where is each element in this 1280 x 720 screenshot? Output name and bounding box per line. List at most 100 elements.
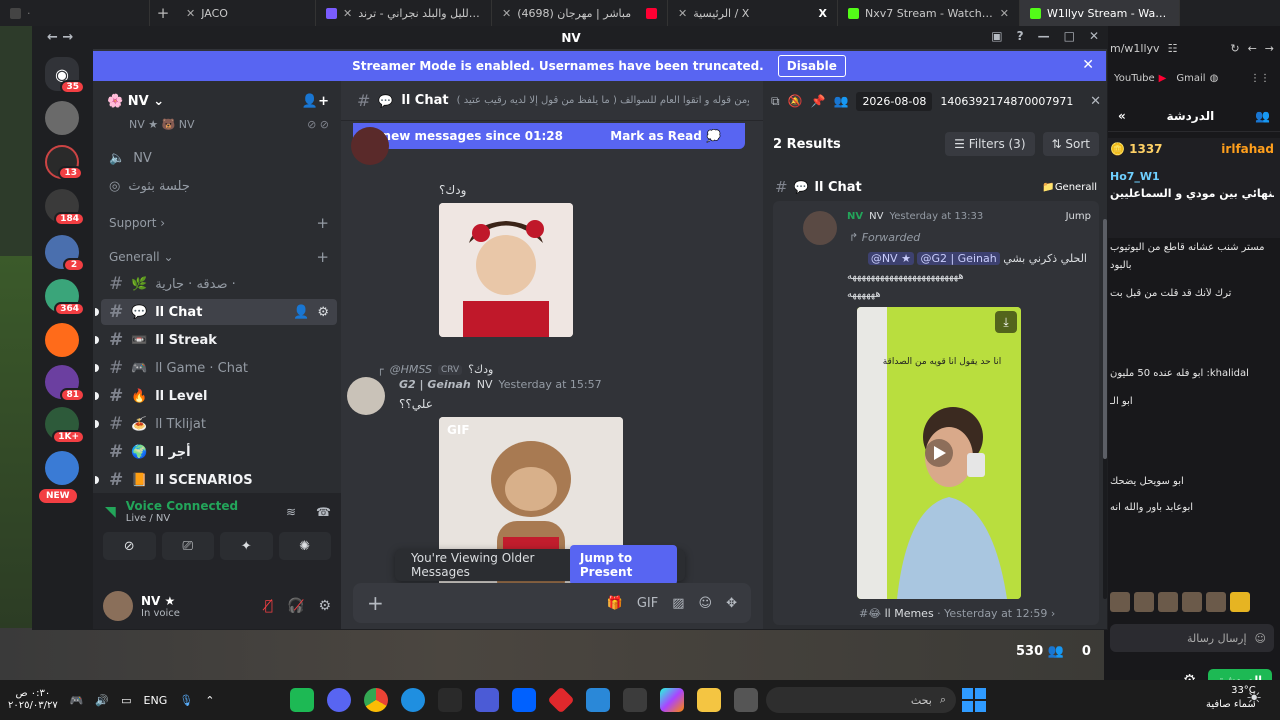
threads-icon[interactable]: ⧉ [771, 94, 780, 109]
mic-muted-icon[interactable]: 🎙̸ [265, 598, 273, 614]
network-icon[interactable]: ▭ [121, 694, 131, 707]
category-general[interactable]: Generall ⌄ + [109, 247, 329, 267]
voice-channel-nv[interactable]: 🔈 NV [101, 145, 337, 171]
app-icon[interactable] [290, 688, 314, 712]
filters-button[interactable]: ☰ Filters (3) [945, 132, 1035, 156]
voice-user-row[interactable]: NV ★ 🐻 NV ⊘ ⊘ [101, 115, 337, 133]
new-messages-bar[interactable]: 5 new messages since 01:28 Mark as Read … [353, 123, 745, 149]
browser-tab[interactable]: ✕ الرئيسية / X X [668, 0, 838, 26]
sort-button[interactable]: ⇅ Sort [1042, 132, 1099, 156]
voice-channel-label[interactable]: Live / NV [126, 513, 238, 524]
mute-icon[interactable]: 🔕 [788, 94, 803, 108]
app-icon[interactable] [734, 688, 758, 712]
close-icon[interactable]: ✕ [1082, 57, 1094, 73]
dropbox-app-icon[interactable] [512, 688, 536, 712]
members-icon[interactable]: 👥 [833, 94, 848, 108]
mic-icon[interactable]: 🎙 [179, 694, 193, 707]
store-app-icon[interactable] [623, 688, 647, 712]
emote[interactable] [1182, 592, 1202, 612]
reload-icon[interactable]: ↻ [1230, 42, 1239, 55]
browser-tab[interactable]: · [0, 0, 150, 26]
forward-icon[interactable]: → [1265, 42, 1274, 55]
channel-item[interactable]: # 📼 اا Streak [95, 327, 337, 353]
clear-search-icon[interactable]: ✕ [1090, 94, 1101, 109]
volume-icon[interactable]: 🔊 [95, 694, 109, 707]
apps-icon[interactable]: ✥ [726, 596, 737, 611]
help-icon[interactable]: ? [1017, 29, 1024, 43]
gamepad-icon[interactable]: 🎮 [70, 694, 84, 707]
windows-start-icon[interactable] [962, 688, 986, 712]
app-icon[interactable] [547, 686, 575, 714]
server-icon[interactable]: 2 [45, 235, 85, 272]
gift-icon[interactable]: 🎁 [607, 596, 623, 611]
mention[interactable]: @NV ★ [867, 252, 914, 265]
emote[interactable] [1206, 592, 1226, 612]
browser-tab[interactable]: Nxv7 Stream - Watch Live ✕ [838, 0, 1020, 26]
headphones-muted-icon[interactable]: 🎧̸ [287, 598, 304, 614]
browser-tab[interactable]: ✕ مباشر | مهرجان (4698) [492, 0, 668, 26]
edge-app-icon[interactable] [401, 688, 425, 712]
noise-suppression-icon[interactable]: ≋ [286, 505, 296, 519]
avatar[interactable] [103, 591, 133, 621]
channel-item[interactable]: # 🎮 اا Game · Chat [95, 355, 337, 381]
close-icon[interactable]: ✕ [343, 7, 352, 20]
voice-channel-session[interactable]: ◎ جلسة بثوث [101, 173, 337, 199]
emote[interactable] [1110, 592, 1130, 612]
channel-item[interactable]: # 🌍 أجر اا [101, 439, 337, 465]
bookmark-youtube[interactable]: YouTube ▶ [1114, 73, 1166, 84]
results-scrollbar[interactable] [1103, 219, 1107, 599]
video-attachment[interactable]: انا حد يقول انا قويه من الصداقة ⤓ [857, 307, 1021, 599]
category-support[interactable]: Support › + [109, 213, 329, 233]
server-icon[interactable]: 81 [45, 365, 85, 402]
close-icon[interactable]: ✕ [1000, 7, 1009, 20]
collapse-icon[interactable]: « [1118, 109, 1126, 123]
emote[interactable] [1134, 592, 1154, 612]
close-icon[interactable]: ✕ [502, 7, 511, 20]
apps-icon[interactable]: ⋮⋮ [1250, 73, 1270, 84]
app-icon[interactable] [475, 688, 499, 712]
clock[interactable]: ٠:٣٠ ص ٢٠٢٥/٠٣/٢٧ [8, 688, 58, 712]
app-icon[interactable] [586, 688, 610, 712]
browser-tab-active[interactable]: W1llyv Stream - Watch [1020, 0, 1180, 26]
add-channel-icon[interactable]: + [316, 248, 329, 266]
taskbar-search[interactable]: بحث ⌕ [766, 687, 956, 713]
chrome-app-icon[interactable] [364, 688, 388, 712]
close-icon[interactable]: ✕ [678, 7, 687, 20]
pin-icon[interactable]: 📌 [811, 94, 826, 108]
chevron-up-icon[interactable]: ⌃ [205, 694, 214, 707]
address-bar[interactable]: m/w1llyv ☷ ↻ ← → [1104, 34, 1280, 62]
result-channel-header[interactable]: # 💬 اا Chat 📁 Generall [775, 177, 1097, 197]
close-icon[interactable]: ✕ [186, 7, 195, 20]
add-member-icon[interactable]: 👤+ [302, 94, 329, 109]
server-icon[interactable] [45, 101, 79, 135]
reply-reference[interactable]: ┌ @HMSS CRV ودك؟ [377, 363, 493, 376]
language-indicator[interactable]: ENG [144, 694, 168, 707]
tune-icon[interactable]: ☷ [1168, 42, 1178, 55]
activities-icon[interactable]: ✦ [220, 532, 273, 560]
back-icon[interactable]: ← [1248, 42, 1257, 55]
mention[interactable]: @G2 | Geinah [917, 252, 1000, 265]
message-composer[interactable]: + 🎁 GIF ▨ ☺ ✥ [353, 583, 751, 623]
stream-chat-input[interactable]: إرسال رسالة ☺ [1110, 624, 1274, 652]
minimize-icon[interactable]: — [1038, 29, 1050, 43]
voice-status[interactable]: Voice Connected [126, 499, 238, 513]
new-tab-button[interactable]: + [150, 4, 176, 22]
channel-item[interactable]: # 📙 اا SCENARIOS [95, 467, 337, 493]
gif-icon[interactable]: GIF [637, 596, 658, 611]
channel-topic[interactable]: ( ما يلفظ من قول إلا لديه رقيب عتيد ) قو… [457, 95, 749, 106]
add-attachment-icon[interactable]: + [367, 591, 384, 615]
gear-icon[interactable]: ⚙ [318, 598, 331, 614]
gear-icon[interactable]: ⚙ [317, 305, 329, 320]
discord-home-icon[interactable]: ◉ 35 [45, 57, 85, 94]
screen-share-icon[interactable]: ⎚ [161, 532, 214, 560]
avatar[interactable] [351, 127, 389, 165]
folder-app-icon[interactable] [697, 688, 721, 712]
discord-app-icon[interactable] [327, 688, 351, 712]
server-icon[interactable]: 13 [45, 145, 83, 180]
browser-tab[interactable]: ✕ خيال الليل والبلد نجراني - ترند [316, 0, 492, 26]
camera-off-icon[interactable]: ⊘ [103, 532, 156, 560]
download-icon[interactable]: ⤓ [995, 311, 1017, 333]
server-icon[interactable]: 364 [45, 279, 85, 316]
emote[interactable] [1230, 592, 1250, 612]
copilot-app-icon[interactable] [660, 688, 684, 712]
